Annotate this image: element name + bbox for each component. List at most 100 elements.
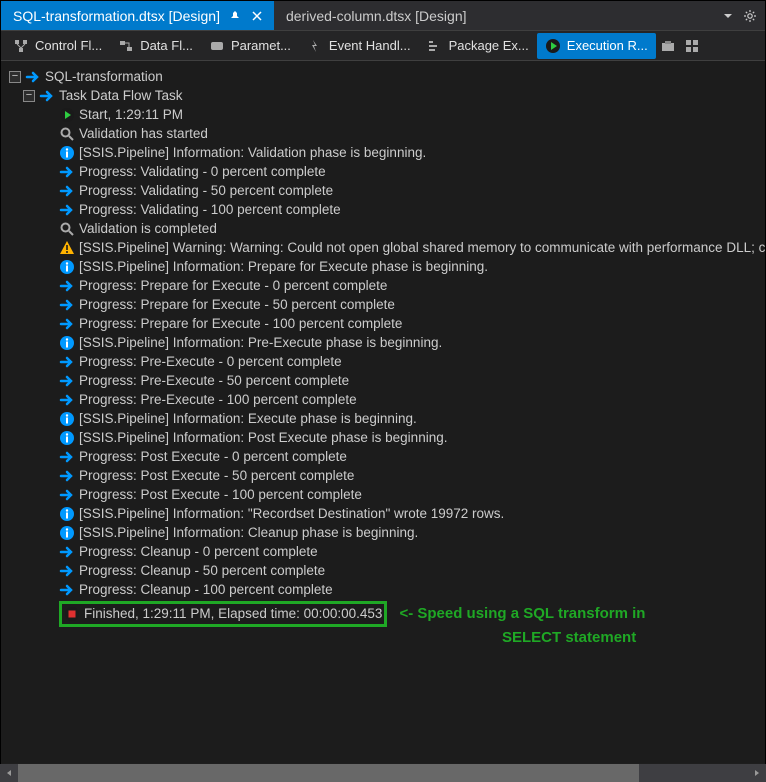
search-icon [59,126,75,142]
log-row[interactable]: [SSIS.Pipeline] Information: Prepare for… [5,257,765,276]
package-explorer-tab[interactable]: Package Ex... [419,33,537,59]
arrow-icon [59,582,75,598]
log-row[interactable]: [SSIS.Pipeline] Information: "Recordset … [5,504,765,523]
log-text: Progress: Post Execute - 50 percent comp… [79,467,354,485]
collapse-icon[interactable]: − [9,71,21,83]
log-row[interactable]: [SSIS.Pipeline] Information: Execute pha… [5,409,765,428]
log-text: [SSIS.Pipeline] Information: Cleanup pha… [79,524,418,542]
grid-icon[interactable] [680,33,704,59]
log-text: Validation has started [79,125,208,143]
log-row[interactable]: [SSIS.Pipeline] Information: Cleanup pha… [5,523,765,542]
tab-overflow-icon[interactable] [723,11,733,21]
log-row[interactable]: Progress: Cleanup - 100 percent complete [5,580,765,599]
log-text: Progress: Pre-Execute - 0 percent comple… [79,353,342,371]
tree-task[interactable]: − Task Data Flow Task [5,86,765,105]
log-row[interactable]: Progress: Prepare for Execute - 50 perce… [5,295,765,314]
info-icon [59,259,75,275]
close-icon[interactable] [250,9,264,23]
tool-label: Data Fl... [140,38,193,53]
scroll-track[interactable] [18,764,748,782]
execution-results-pane: − SQL-transformation − Task Data Flow Ta… [1,61,765,763]
log-row[interactable]: [SSIS.Pipeline] Information: Post Execut… [5,428,765,447]
scroll-thumb[interactable] [18,764,639,782]
data-flow-icon [118,38,134,54]
horizontal-scrollbar[interactable] [0,764,766,782]
log-text: [SSIS.Pipeline] Information: "Recordset … [79,505,504,523]
log-row[interactable]: [SSIS.Pipeline] Information: Pre-Execute… [5,333,765,352]
tab-bar: SQL-transformation.dtsx [Design] derived… [1,1,765,31]
tree-root[interactable]: − SQL-transformation [5,67,765,86]
arrow-icon [59,316,75,332]
log-text: Finished, 1:29:11 PM, Elapsed time: 00:0… [84,605,382,623]
toolbox-icon[interactable] [656,33,680,59]
log-row[interactable]: Progress: Post Execute - 0 percent compl… [5,447,765,466]
scroll-left-button[interactable] [0,764,18,782]
log-text: [SSIS.Pipeline] Information: Prepare for… [79,258,488,276]
collapse-icon[interactable]: − [23,90,35,102]
log-row[interactable]: Progress: Post Execute - 100 percent com… [5,485,765,504]
pin-icon[interactable] [228,9,242,23]
log-row[interactable]: Progress: Pre-Execute - 100 percent comp… [5,390,765,409]
log-row[interactable]: [SSIS.Pipeline] Warning: Warning: Could … [5,238,765,257]
log-row[interactable]: Progress: Prepare for Execute - 0 percen… [5,276,765,295]
log-row[interactable]: Progress: Validating - 50 percent comple… [5,181,765,200]
log-text: Progress: Post Execute - 100 percent com… [79,486,362,504]
log-text: Progress: Validating - 0 percent complet… [79,163,326,181]
arrow-icon [59,202,75,218]
log-row[interactable]: Start, 1:29:11 PM [5,105,765,124]
tab-bar-actions [715,1,765,30]
arrow-icon [59,278,75,294]
log-text: Progress: Prepare for Execute - 50 perce… [79,296,395,314]
log-text: Progress: Prepare for Execute - 0 percen… [79,277,387,295]
execution-results-tab[interactable]: Execution R... [537,33,656,59]
log-text: Progress: Validating - 100 percent compl… [79,201,341,219]
arrow-icon [59,563,75,579]
log-row[interactable]: Progress: Pre-Execute - 50 percent compl… [5,371,765,390]
tab-sql-transformation[interactable]: SQL-transformation.dtsx [Design] [1,1,274,30]
log-row[interactable]: Progress: Validating - 0 percent complet… [5,162,765,181]
info-icon [59,430,75,446]
arrow-icon [59,354,75,370]
log-text: Progress: Cleanup - 0 percent complete [79,543,318,561]
data-flow-tab[interactable]: Data Fl... [110,33,201,59]
log-row[interactable]: Progress: Prepare for Execute - 100 perc… [5,314,765,333]
log-row[interactable]: Progress: Cleanup - 50 percent complete [5,561,765,580]
info-icon [59,411,75,427]
search-icon [59,221,75,237]
tree-root-label: SQL-transformation [45,68,163,86]
log-text: Validation is completed [79,220,217,238]
scroll-right-button[interactable] [748,764,766,782]
log-row[interactable]: Progress: Post Execute - 50 percent comp… [5,466,765,485]
log-text: [SSIS.Pipeline] Information: Post Execut… [79,429,447,447]
log-row[interactable]: Validation is completed [5,219,765,238]
control-flow-tab[interactable]: Control Fl... [5,33,110,59]
log-row[interactable]: Progress: Validating - 100 percent compl… [5,200,765,219]
gear-icon[interactable] [743,9,757,23]
arrow-icon [59,544,75,560]
arrow-icon [59,487,75,503]
event-handlers-icon [307,38,323,54]
arrow-icon [59,164,75,180]
log-text: [SSIS.Pipeline] Information: Execute pha… [79,410,417,428]
control-flow-icon [13,38,29,54]
tool-label: Control Fl... [35,38,102,53]
log-text: Progress: Post Execute - 0 percent compl… [79,448,347,466]
arrow-icon [59,468,75,484]
arrow-icon [59,392,75,408]
info-icon [59,145,75,161]
arrow-icon [59,297,75,313]
parameters-tab[interactable]: Paramet... [201,33,299,59]
warn-icon [59,240,75,256]
tree-task-label: Task Data Flow Task [59,87,183,105]
log-row[interactable]: Progress: Cleanup - 0 percent complete [5,542,765,561]
info-icon [59,525,75,541]
log-row[interactable]: Progress: Pre-Execute - 0 percent comple… [5,352,765,371]
log-text: Progress: Pre-Execute - 100 percent comp… [79,391,357,409]
arrow-icon [39,88,55,104]
tab-derived-column[interactable]: derived-column.dtsx [Design] [274,1,477,30]
tool-label: Package Ex... [449,38,529,53]
log-text: Progress: Pre-Execute - 50 percent compl… [79,372,349,390]
log-row[interactable]: Validation has started [5,124,765,143]
log-row[interactable]: [SSIS.Pipeline] Information: Validation … [5,143,765,162]
event-handlers-tab[interactable]: Event Handl... [299,33,419,59]
